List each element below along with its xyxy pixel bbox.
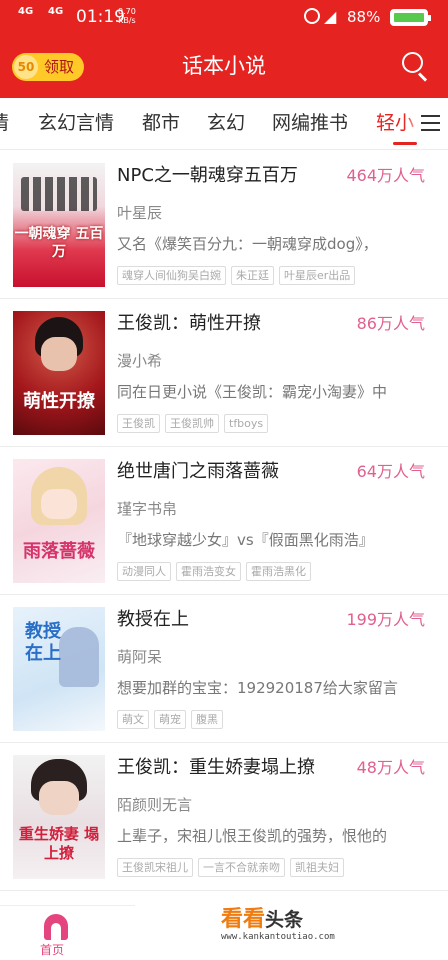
book-cover: 重生娇妻 塌上撩 [13,755,105,879]
cover-title-art: 教授 在上 [25,621,61,664]
network-speed-value: 0.70 [118,7,136,16]
cover-title-art: 一朝魂穿 五百万 [14,226,104,260]
book-title: 王俊凯：重生娇妻塌上撩 [117,757,315,778]
book-cover: 一朝魂穿 五百万 [13,163,105,287]
book-description: 又名《爆笑百分九：一朝魂穿成dog》， [117,235,378,253]
book-description: 『地球穿越少女』vs『假面黑化雨浩』 [117,531,374,549]
reward-coin-icon: 50 [14,55,38,79]
book-tags: 魂穿人间仙狗吴白婉 朱正廷 叶星辰er出品 [117,264,360,285]
book-description: 上辈子，宋祖儿恨王俊凯的强势，恨他的 [117,827,388,845]
reward-claim-button[interactable]: 50 领取 [12,53,84,81]
book-author: 叶星辰 [117,204,163,222]
book-tag[interactable]: 王俊凯宋祖儿 [117,858,193,877]
battery-percent: 88% [347,8,381,26]
network-speed: 0.70 KB/s [118,7,136,25]
cover-title-art: 萌性开撩 [23,391,95,412]
book-popularity: 464万人气 [346,166,425,185]
tab-xuanhuan-yanqing[interactable]: 玄幻言情 [38,110,114,136]
book-tag[interactable]: 魂穿人间仙狗吴白婉 [117,266,226,285]
book-tags: 萌文 萌宠 腹黑 [117,708,228,729]
book-tags: 王俊凯 王俊凯帅 tfboys [117,412,273,433]
book-title: 教授在上 [117,609,189,630]
book-tag[interactable]: tfboys [224,414,269,433]
tab-dushi[interactable]: 都市 [142,110,180,136]
book-author: 陌颜则无言 [117,796,193,814]
alarm-icon [304,8,320,24]
top-bar: 4G 4G 01:19 0.70 KB/s ◢ 88% 50 领取 话本小说 [0,0,448,98]
tab-xuanhuan[interactable]: 玄幻 [207,110,245,136]
tab-partial[interactable]: 情 [0,110,9,136]
search-icon[interactable] [402,52,430,82]
book-popularity: 64万人气 [356,462,425,481]
book-item[interactable]: 教授 在上 教授在上 199万人气 萌阿呆 想要加群的宝宝：192920187给… [0,595,448,743]
book-item[interactable]: 重生娇妻 塌上撩 王俊凯：重生娇妻塌上撩 48万人气 陌颜则无言 上辈子，宋祖儿… [0,743,448,891]
book-tag[interactable]: 叶星辰er出品 [279,266,356,285]
status-bar: 4G 4G 01:19 0.70 KB/s ◢ 88% [0,0,448,36]
nav-home-label: 首页 [40,943,65,957]
book-item[interactable]: 萌性开撩 王俊凯：萌性开撩 86万人气 漫小希 同在日更小说《王俊凯：霸宠小淘妻… [0,299,448,447]
book-tag[interactable]: 朱正廷 [231,266,274,285]
network-speed-unit: KB/s [118,16,136,25]
cover-title-art: 雨落蔷薇 [23,541,95,562]
book-tag[interactable]: 萌宠 [154,710,186,729]
watermark-brand: 看看头条 [221,907,303,933]
book-description: 想要加群的宝宝：192920187给大家留言 [117,679,398,697]
book-title: 王俊凯：萌性开撩 [117,313,261,334]
book-author: 瑾字书帛 [117,500,178,518]
battery-icon [390,9,431,26]
book-tag[interactable]: 霍雨浩变女 [176,562,241,581]
active-tab-indicator [393,142,417,145]
book-cover: 雨落蔷薇 [13,459,105,583]
book-list: 一朝魂穿 五百万 NPC之一朝魂穿五百万 464万人气 叶星辰 又名《爆笑百分九… [0,151,448,891]
book-tag[interactable]: 萌文 [117,710,149,729]
book-tag[interactable]: 一言不合就亲吻 [198,858,285,877]
book-popularity: 199万人气 [346,610,425,629]
cover-title-art: 重生娇妻 塌上撩 [18,825,100,862]
book-item[interactable]: 雨落蔷薇 绝世唐门之雨落蔷薇 64万人气 瑾字书帛 『地球穿越少女』vs『假面黑… [0,447,448,595]
category-tabs: 情 玄幻言情 都市 玄幻 网编推书 轻小 [0,98,448,150]
book-tag[interactable]: 王俊凯帅 [165,414,219,433]
wifi-icon: ◢ [324,7,337,26]
book-description: 同在日更小说《王俊凯：霸宠小淘妻》中 [117,383,388,401]
watermark-logo: 看看头条 www.kankantoutiao.com [135,905,448,945]
book-tag[interactable]: 腹黑 [191,710,223,729]
book-author: 萌阿呆 [117,648,163,666]
app-header: 50 领取 话本小说 [0,36,448,98]
book-tag[interactable]: 王俊凯 [117,414,160,433]
book-tag[interactable]: 凯祖夫妇 [290,858,344,877]
book-author: 漫小希 [117,352,163,370]
watermark-brand-b: 头条 [265,909,304,931]
home-icon [44,914,68,940]
book-cover: 教授 在上 [13,607,105,731]
book-title: NPC之一朝魂穿五百万 [117,165,298,186]
book-popularity: 86万人气 [356,314,425,333]
book-tag[interactable]: 动漫同人 [117,562,171,581]
reward-claim-label: 领取 [44,58,75,76]
tab-wangbian-tuishu[interactable]: 网编推书 [272,110,348,136]
book-cover: 萌性开撩 [13,311,105,435]
network-indicator-2: 4G [48,6,64,17]
watermark-url: www.kankantoutiao.com [221,932,335,942]
app-title: 话本小说 [182,54,266,78]
book-tag[interactable]: 霍雨浩黑化 [246,562,311,581]
book-title: 绝世唐门之雨落蔷薇 [117,461,279,482]
book-item[interactable]: 一朝魂穿 五百万 NPC之一朝魂穿五百万 464万人气 叶星辰 又名《爆笑百分九… [0,151,448,299]
menu-icon[interactable] [420,112,442,134]
book-popularity: 48万人气 [356,758,425,777]
book-tags: 王俊凯宋祖儿 一言不合就亲吻 凯祖夫妇 [117,856,349,877]
network-indicator-1: 4G [18,6,34,17]
watermark-brand-a: 看看 [221,907,266,932]
book-tags: 动漫同人 霍雨浩变女 霍雨浩黑化 [117,560,316,581]
